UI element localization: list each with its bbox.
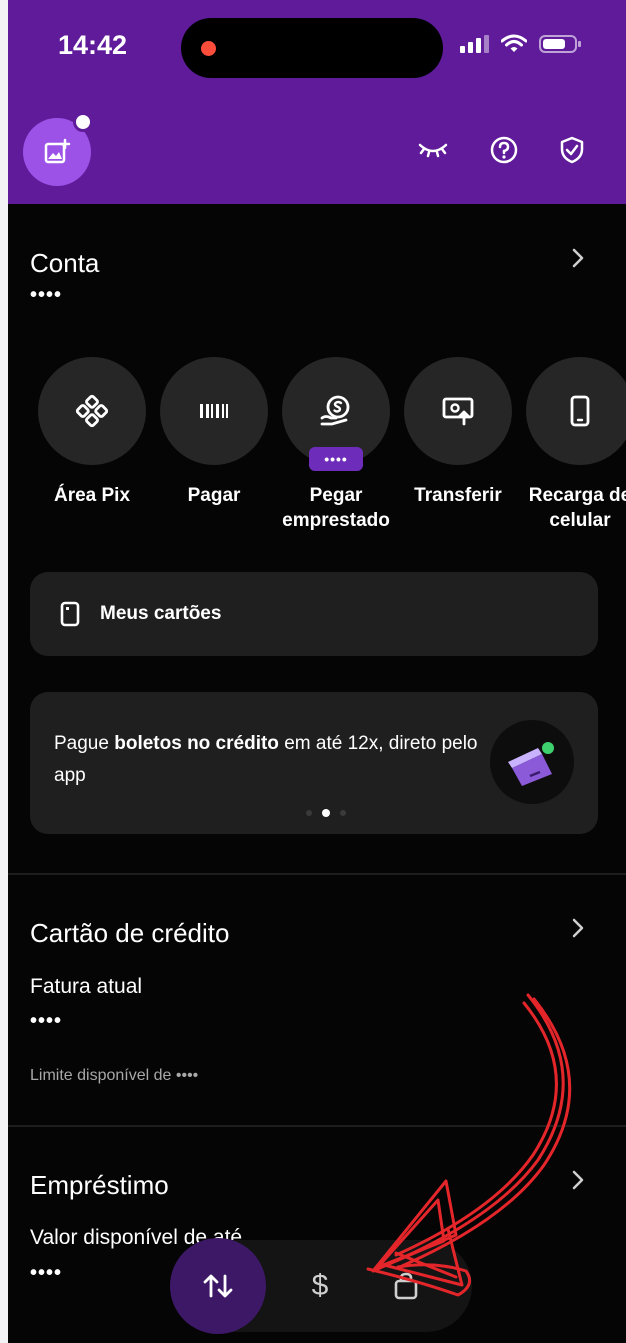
shield-check-icon[interactable] xyxy=(555,133,589,167)
boleto-illustration xyxy=(490,720,574,804)
my-cards-button[interactable]: Meus cartões xyxy=(30,572,598,656)
shortcut-recarga-celular[interactable]: Recarga de celular xyxy=(524,357,626,531)
promo-text: Pague boletos no crédito em até 12x, dir… xyxy=(54,728,484,792)
carousel-dot xyxy=(306,810,312,816)
dynamic-island xyxy=(181,18,443,78)
invoice-label: Fatura atual xyxy=(30,975,143,998)
shortcut-area-pix[interactable]: Área Pix xyxy=(36,357,148,506)
promo-text-bold: boletos no crédito xyxy=(114,733,279,754)
help-icon[interactable] xyxy=(487,133,521,167)
account-title: Conta xyxy=(30,248,100,278)
status-time: 14:42 xyxy=(58,30,128,60)
barcode-icon xyxy=(199,403,229,419)
carousel-dot-active xyxy=(322,809,330,817)
add-photo-icon xyxy=(43,138,71,166)
loan-available-masked: •••• xyxy=(30,1262,63,1284)
shortcut-circle[interactable] xyxy=(38,357,146,465)
phone-icon xyxy=(569,395,591,427)
invoice-masked: •••• xyxy=(30,1010,63,1032)
recording-indicator xyxy=(201,41,216,56)
section-divider xyxy=(8,873,626,875)
signal-icon xyxy=(460,35,489,53)
promo-carousel-card[interactable]: Pague boletos no crédito em até 12x, dir… xyxy=(30,692,598,834)
loan-icon xyxy=(319,394,353,428)
credit-card-title: Cartão de crédito xyxy=(30,918,230,948)
my-cards-label: Meus cartões xyxy=(100,603,222,624)
pix-icon xyxy=(74,393,110,429)
carousel-dot xyxy=(340,810,346,816)
card-icon xyxy=(60,601,80,627)
limit-text: Limite disponível de •••• xyxy=(30,1067,199,1084)
eye-closed-icon[interactable] xyxy=(416,133,450,167)
carousel-dots xyxy=(306,809,346,817)
account-balance-masked: •••• xyxy=(30,284,63,306)
shortcut-label: Recarga de celular xyxy=(528,485,626,531)
promo-text-start: Pague xyxy=(54,733,115,754)
status-icons xyxy=(460,34,581,54)
shortcut-transferir[interactable]: Transferir xyxy=(402,357,514,506)
shortcut-circle[interactable]: •••• xyxy=(282,357,390,471)
header: 14:42 xyxy=(8,0,626,204)
shortcut-pegar-emprestado[interactable]: •••• Pegar emprestado xyxy=(280,357,392,531)
wifi-icon xyxy=(501,34,527,54)
shortcut-pagar[interactable]: Pagar xyxy=(158,357,270,506)
transfer-icon xyxy=(441,396,475,426)
tab-transactions[interactable] xyxy=(170,1238,266,1334)
annotation-arrow xyxy=(366,993,572,1297)
loan-badge: •••• xyxy=(309,447,363,471)
shortcut-circle[interactable] xyxy=(160,357,268,465)
shortcut-circle[interactable] xyxy=(404,357,512,465)
loan-title: Empréstimo xyxy=(30,1170,169,1200)
chevron-right-icon[interactable] xyxy=(566,246,590,270)
shortcut-circle[interactable] xyxy=(526,357,626,465)
battery-icon xyxy=(539,35,581,53)
notification-dot xyxy=(73,112,93,132)
arrows-up-down-icon xyxy=(201,1272,235,1300)
dollar-icon: $ xyxy=(311,1269,329,1302)
app-screen: 14:42 Conta •••• Área Pix Pagar •••• Peg… xyxy=(8,0,626,1343)
chevron-right-icon[interactable] xyxy=(566,916,590,940)
profile-avatar-button[interactable] xyxy=(23,112,93,186)
